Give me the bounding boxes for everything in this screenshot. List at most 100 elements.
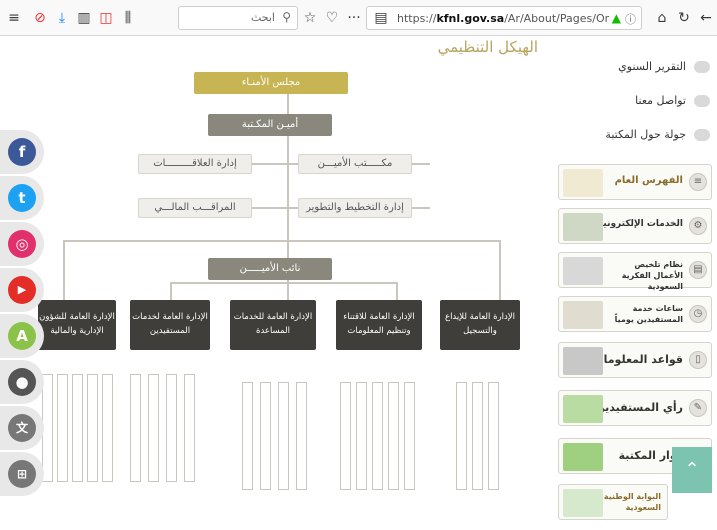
card-label: البوابة الوطنية السعودية	[603, 492, 661, 512]
reader-icon[interactable]: ▤	[371, 8, 391, 28]
connector	[63, 240, 499, 242]
connector	[63, 240, 65, 300]
scroll-top-button[interactable]: ⌃	[672, 447, 712, 493]
catalog-art	[563, 169, 603, 197]
youtube-button[interactable]: ▶	[0, 268, 44, 312]
download-icon[interactable]: ⤓	[52, 8, 72, 28]
instagram-button[interactable]: ◎	[0, 222, 44, 266]
planning-box: إدارة التخطيط والتطوير	[298, 198, 412, 218]
deputy-box: نائب الأميـــــن	[208, 258, 332, 280]
department-box: الإدارة العامة لخدمات المستفيدين	[130, 300, 210, 350]
databases-art	[563, 347, 603, 375]
card-eservices[interactable]: ⚙ الخدمات الإلكترونية	[558, 208, 712, 244]
menu-icon[interactable]: ≡	[4, 8, 24, 28]
url-text: https://kfnl.gov.sa/Ar/About/Pages/Or	[397, 12, 610, 25]
card-label: نظام تلخيص الأعمال الفكرية السعودية	[621, 260, 683, 291]
org-chart: مجلس الأمنـاء أميـن المكـتبة إدارة العلا…	[30, 64, 550, 530]
connector	[396, 282, 398, 300]
sitemap-icon: ⊞	[8, 460, 36, 488]
pocket-save-icon[interactable]: ♡	[322, 8, 342, 28]
url-bar[interactable]: ▤ https://kfnl.gov.sa/Ar/About/Pages/Or …	[366, 6, 642, 30]
sidebar-icon[interactable]: ▥	[74, 8, 94, 28]
sidebar-item-partial[interactable]	[556, 36, 712, 48]
sub-department	[278, 382, 289, 490]
sidebar-item-label: جولة حول المكتبة	[605, 128, 686, 141]
card-hours[interactable]: ◷ ساعات خدمة المستفيدين يومياً	[558, 296, 712, 332]
card-summaries[interactable]: ▤ نظام تلخيص الأعمال الفكرية السعودية	[558, 252, 712, 291]
apple-button[interactable]: ●	[0, 360, 44, 404]
twitter-button[interactable]: t	[0, 176, 44, 220]
bullet-icon	[694, 95, 710, 107]
search-placeholder: ابحث	[250, 11, 275, 24]
visitors-art	[563, 443, 603, 471]
library-icon[interactable]: ⫼	[118, 8, 138, 28]
office-box: مكـــــتب الأميـــن	[298, 154, 412, 174]
council-box: مجلس الأمنـاء	[194, 72, 348, 94]
sub-department	[388, 382, 399, 490]
page-title: الهيكل التنظيمي	[437, 38, 538, 56]
card-label: الخدمات الإلكترونية	[597, 219, 683, 229]
eservices-icon: ⚙	[689, 217, 707, 235]
sub-department	[340, 382, 351, 490]
sub-department	[456, 382, 467, 490]
sub-department	[102, 374, 113, 482]
card-feedback[interactable]: ✎ رأي المستفيدين	[558, 390, 712, 426]
connector	[499, 240, 501, 300]
sidebar-item-annual-report[interactable]: التقرير السنوي	[556, 52, 712, 82]
facebook-button[interactable]: f	[0, 130, 44, 174]
sidebar-item-label: تواصل معنا	[635, 94, 686, 107]
info-icon[interactable]: ⓘ	[625, 11, 636, 27]
sidebar-item-contact[interactable]: تواصل معنا	[556, 86, 712, 116]
sub-department	[148, 374, 159, 482]
databases-icon: ▯	[689, 351, 707, 369]
sitemap-button[interactable]: ⊞	[0, 452, 44, 496]
sub-department	[296, 382, 307, 490]
more-icon[interactable]: ···	[344, 8, 364, 28]
feedback-icon: ✎	[689, 399, 707, 417]
sub-department	[260, 382, 271, 490]
sub-department	[166, 374, 177, 482]
sub-department	[404, 382, 415, 490]
card-databases[interactable]: ▯ قواعد المعلومات	[558, 342, 712, 378]
relations-box: إدارة العلاقـــــــــات	[138, 154, 252, 174]
instagram-icon: ◎	[8, 230, 36, 258]
sub-department	[57, 374, 68, 482]
portal-art	[563, 489, 603, 517]
feedback-art	[563, 395, 603, 423]
card-label: الفهرس العام	[614, 175, 683, 186]
sidebar-item-tour[interactable]: جولة حول المكتبة	[556, 120, 712, 150]
android-icon: A	[8, 322, 36, 350]
card-label: ساعات خدمة المستفيدين يومياً	[614, 304, 683, 324]
sub-department	[242, 382, 253, 490]
sub-department	[356, 382, 367, 490]
back-icon[interactable]: ←	[696, 8, 716, 28]
secretary-box: أميـن المكـتبة	[208, 114, 332, 136]
lock-icon: ▲	[611, 11, 621, 25]
search-input[interactable]: ابحث ⚲	[178, 6, 298, 30]
android-button[interactable]: A	[0, 314, 44, 358]
translate-button[interactable]: 文	[0, 406, 44, 450]
apple-icon: ●	[8, 368, 36, 396]
catalog-icon: ≡	[689, 173, 707, 191]
card-catalog[interactable]: ≡ الفهرس العام	[558, 164, 712, 200]
home-icon[interactable]: ⌂	[652, 8, 672, 28]
card-national-portal[interactable]: البوابة الوطنية السعودية	[558, 484, 668, 520]
sub-department	[130, 374, 141, 482]
pocket-icon[interactable]: ◫	[96, 8, 116, 28]
block-icon[interactable]: ⊘	[30, 8, 50, 28]
sub-department	[372, 382, 383, 490]
bullet-icon	[694, 129, 710, 141]
connector	[170, 282, 398, 284]
card-label: قواعد المعلومات	[592, 353, 683, 366]
star-icon[interactable]: ☆	[300, 8, 320, 28]
page-content: الهيكل التنظيمي مجلس الأمنـاء أميـن المك…	[0, 36, 717, 530]
summaries-art	[563, 257, 603, 285]
browser-toolbar: ≡ ⊘ ⤓ ▥ ◫ ⫼ ابحث ⚲ ☆ ♡ ··· ▤ https://kfn…	[0, 0, 717, 36]
facebook-icon: f	[8, 138, 36, 166]
department-box: الإدارة العامة للشؤون الإدارية والمالية	[38, 300, 116, 350]
sub-department	[87, 374, 98, 482]
reload-icon[interactable]: ↻	[674, 8, 694, 28]
card-label: رأي المستفيدين	[595, 401, 683, 414]
department-box: الإدارة العامة للخدمات المساعدة	[230, 300, 316, 350]
hours-icon: ◷	[689, 305, 707, 323]
